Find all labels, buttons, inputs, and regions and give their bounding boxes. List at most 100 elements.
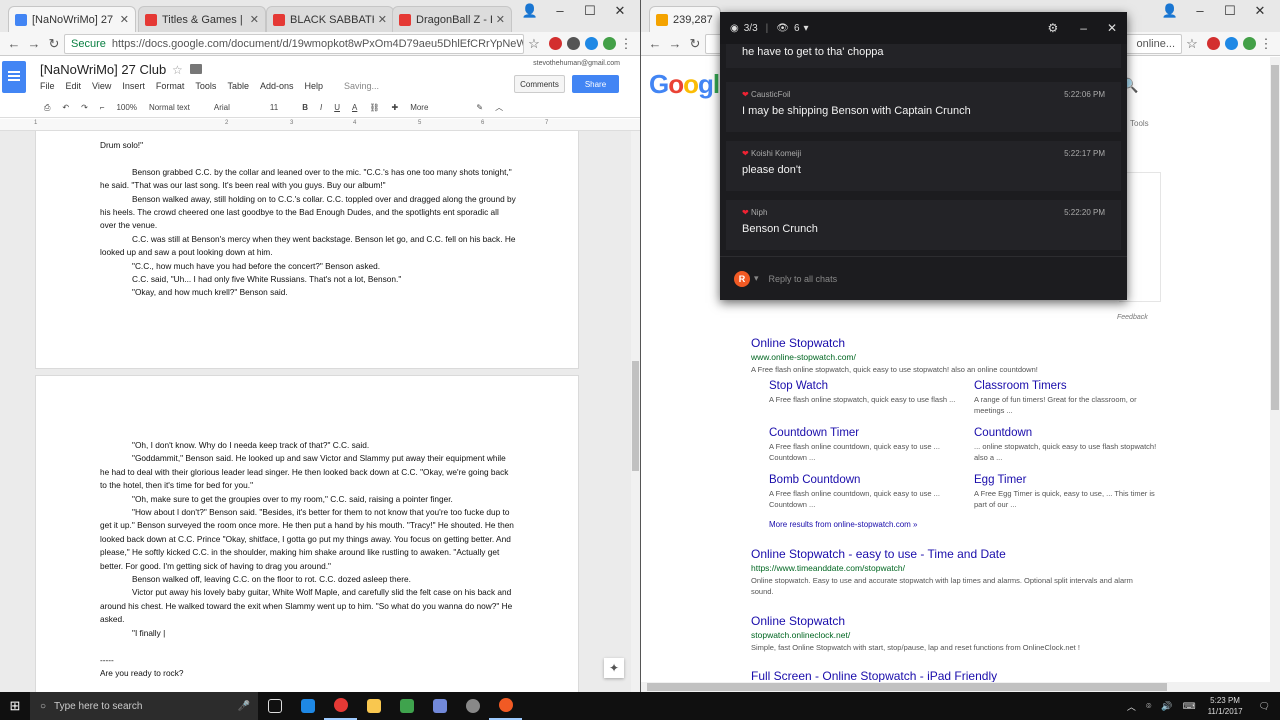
underline-icon[interactable]: U xyxy=(334,103,340,112)
paragraph[interactable]: Drum solo!" xyxy=(100,139,516,152)
paragraph[interactable]: "Okay, and how much krell?" Benson said. xyxy=(100,286,516,299)
font-select[interactable]: Arial xyxy=(214,103,230,112)
menu-tools[interactable]: Tools xyxy=(195,81,216,91)
result-title[interactable]: Online Stopwatch xyxy=(751,614,1151,628)
file-explorer-icon[interactable] xyxy=(357,692,390,720)
back-icon[interactable]: ← xyxy=(645,36,665,51)
close-window-icon[interactable]: ✕ xyxy=(1245,2,1275,20)
paragraph[interactable]: Are you ready to rock? xyxy=(100,667,516,680)
comment-icon[interactable]: ✚ xyxy=(391,103,398,112)
menu-help[interactable]: Help xyxy=(304,81,323,91)
restream-avatar-icon[interactable]: R xyxy=(734,270,750,287)
restream-icon[interactable] xyxy=(489,692,522,720)
collapse-icon[interactable]: ︿ xyxy=(495,102,503,113)
profile-icon[interactable]: 👤 xyxy=(515,2,545,20)
menu-icon[interactable]: ⋮ xyxy=(616,36,636,52)
minimize-icon[interactable]: – xyxy=(1185,2,1215,20)
user-email[interactable]: stevothehuman@gmail.com xyxy=(533,60,620,67)
forward-icon[interactable]: → xyxy=(24,36,44,51)
task-view-icon[interactable] xyxy=(258,692,291,720)
paragraph[interactable]: "Goddammit," Benson said. He looked up a… xyxy=(100,452,516,492)
reply-input[interactable]: Reply to all chats xyxy=(769,274,838,284)
document-page[interactable]: Drum solo!" Benson grabbed C.C. by the c… xyxy=(35,131,579,369)
discord-icon[interactable] xyxy=(423,692,456,720)
redo-icon[interactable]: ↷ xyxy=(81,103,88,112)
close-icon[interactable]: ✕ xyxy=(250,13,259,26)
reload-icon[interactable]: ↻ xyxy=(685,36,705,52)
menu-addons[interactable]: Add-ons xyxy=(260,81,294,91)
extension-icon[interactable] xyxy=(1207,37,1220,50)
paragraph[interactable]: Benson walked off, leaving C.C. on the f… xyxy=(100,573,516,586)
paragraph[interactable]: ----- xyxy=(100,654,516,667)
extension-icon[interactable] xyxy=(549,37,562,50)
menu-format[interactable]: Format xyxy=(156,81,185,91)
close-icon[interactable]: ✕ xyxy=(496,13,505,26)
text-color-icon[interactable]: A xyxy=(352,103,357,112)
paragraph[interactable]: C.C. said, "Uh... I had only five White … xyxy=(100,273,516,286)
microphone-icon[interactable]: 🎤 xyxy=(238,701,250,712)
menu-icon[interactable]: ⋮ xyxy=(1256,36,1276,52)
viewer-count[interactable]: 6 xyxy=(794,23,800,34)
paragraph[interactable]: Benson walked away, still holding on to … xyxy=(100,193,516,233)
bookmark-star-icon[interactable]: ☆ xyxy=(1182,36,1202,52)
paragraph[interactable]: Benson grabbed C.C. by the collar and le… xyxy=(100,166,516,193)
vertical-scrollbar[interactable] xyxy=(1270,57,1280,682)
style-select[interactable]: Normal text xyxy=(149,103,190,112)
keyboard-icon[interactable]: ⌨ xyxy=(1183,701,1196,712)
pencil-icon[interactable]: ✎ xyxy=(476,103,483,112)
edge-icon[interactable] xyxy=(291,692,324,720)
more-results-link[interactable]: More results from online-stopwatch.com » xyxy=(769,520,918,529)
chevron-up-icon[interactable]: ︿ xyxy=(1127,700,1136,713)
bookmark-star-icon[interactable]: ☆ xyxy=(524,36,544,52)
paragraph[interactable]: "I finally | xyxy=(100,627,516,640)
message-user[interactable]: Koishi Komeiji xyxy=(751,149,801,158)
google-logo[interactable]: Googl xyxy=(649,69,720,100)
ruler[interactable]: 1 2 3 4 5 6 7 xyxy=(0,119,640,131)
minimize-icon[interactable]: – xyxy=(545,2,575,20)
document-title[interactable]: [NaNoWriMo] 27 Club xyxy=(40,62,166,77)
extension-icon[interactable] xyxy=(1225,37,1238,50)
reload-icon[interactable]: ↻ xyxy=(44,36,64,52)
menu-table[interactable]: Table xyxy=(227,81,249,91)
paragraph[interactable]: "C.C., how much have you had before the … xyxy=(100,260,516,273)
tab-titles-games[interactable]: Titles & Games | Restro✕ xyxy=(138,6,266,32)
extension-icon[interactable] xyxy=(1243,37,1256,50)
page-text[interactable]: Drum solo!" Benson grabbed C.C. by the c… xyxy=(100,139,516,300)
windows-start-icon[interactable]: ⊞ xyxy=(0,698,30,714)
menu-file[interactable]: File xyxy=(40,81,55,91)
share-button[interactable]: Share xyxy=(572,75,619,93)
paragraph[interactable]: "Oh, I don't know. Why do I needa keep t… xyxy=(100,439,516,452)
feedback-link[interactable]: Feedback xyxy=(1117,314,1148,321)
volume-icon[interactable]: 🔊 xyxy=(1161,701,1172,712)
tab-dragonball[interactable]: DragonBall Z - English✕ xyxy=(392,6,512,32)
paragraph[interactable] xyxy=(100,640,516,653)
font-size-select[interactable]: 11 xyxy=(270,103,278,112)
paragraph[interactable]: "How about I don't?" Benson said. "Besid… xyxy=(100,506,516,573)
menu-edit[interactable]: Edit xyxy=(66,81,82,91)
paragraph[interactable]: C.C. was still at Benson's mercy when th… xyxy=(100,233,516,260)
store-icon[interactable] xyxy=(390,692,423,720)
obs-icon[interactable] xyxy=(456,692,489,720)
maximize-icon[interactable]: ☐ xyxy=(575,2,605,20)
extension-icon[interactable] xyxy=(567,37,580,50)
scroll-thumb[interactable] xyxy=(647,683,1167,691)
link-icon[interactable]: ⛓ xyxy=(369,103,379,112)
print-icon[interactable]: ⎙ xyxy=(44,103,50,113)
chrome-icon[interactable] xyxy=(324,692,357,720)
document-canvas[interactable]: Drum solo!" Benson grabbed C.C. by the c… xyxy=(0,131,631,692)
paragraph[interactable]: Victor put away his lovely baby guitar, … xyxy=(100,586,516,626)
close-icon[interactable]: ✕ xyxy=(378,13,387,26)
taskbar-search[interactable]: ○ Type here to search 🎤 xyxy=(30,692,258,720)
scroll-thumb[interactable] xyxy=(632,361,639,471)
menu-view[interactable]: View xyxy=(92,81,111,91)
gear-icon[interactable]: ⚙ xyxy=(1047,21,1058,35)
result-title[interactable]: Online Stopwatch - easy to use - Time an… xyxy=(751,547,1151,561)
notifications-icon[interactable]: 🗨 xyxy=(1259,701,1270,712)
undo-icon[interactable]: ↶ xyxy=(62,103,69,112)
back-icon[interactable]: ← xyxy=(4,36,24,51)
tools-link[interactable]: Tools xyxy=(1130,119,1149,128)
tab-docs[interactable]: [NaNoWriMo] 27 Club✕ xyxy=(8,6,136,32)
tab-quad[interactable]: 239,287 quad xyxy=(649,6,721,32)
minimize-icon[interactable]: – xyxy=(1080,21,1087,35)
close-icon[interactable]: ✕ xyxy=(1107,21,1117,35)
